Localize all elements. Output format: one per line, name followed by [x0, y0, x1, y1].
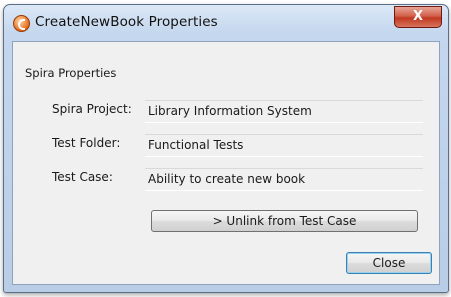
spira-project-label: Spira Project: — [52, 102, 132, 116]
window-close-button[interactable]: X — [394, 6, 442, 28]
test-folder-value: Functional Tests — [145, 134, 423, 157]
test-case-value: Ability to create new book — [145, 168, 423, 191]
spira-project-value: Library Information System — [145, 100, 423, 123]
unlink-from-test-case-button[interactable]: > Unlink from Test Case — [151, 210, 418, 232]
test-case-label: Test Case: — [52, 170, 113, 184]
spira-properties-group: Spira Properties Spira Project: Library … — [20, 54, 430, 237]
window-title: CreateNewBook Properties — [35, 14, 218, 30]
dialog-body: Spira Properties Spira Project: Library … — [12, 41, 440, 285]
app-icon — [13, 15, 30, 32]
properties-dialog: CreateNewBook Properties X Spira Propert… — [3, 4, 449, 293]
title-bar[interactable]: CreateNewBook Properties X — [4, 5, 448, 41]
close-button[interactable]: Close — [346, 252, 432, 274]
test-folder-label: Test Folder: — [52, 136, 121, 150]
window-bottom-border — [12, 284, 440, 290]
group-title: Spira Properties — [25, 66, 117, 80]
